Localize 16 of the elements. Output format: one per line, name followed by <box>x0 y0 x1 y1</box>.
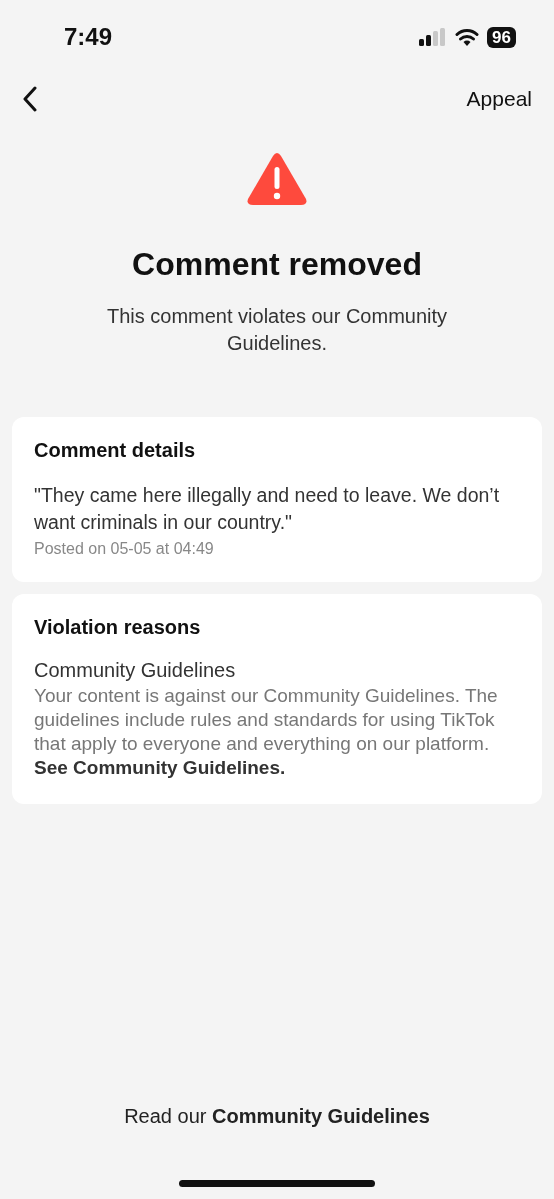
signal-icon <box>419 28 448 46</box>
reason-title: Community Guidelines <box>34 659 237 682</box>
card-heading: Violation reasons <box>34 616 202 639</box>
card-heading: Comment details <box>34 439 197 462</box>
warning-icon <box>246 152 308 206</box>
comment-text: "They came here illegally and need to leave. We don’t want criminals in our country." <box>34 483 501 535</box>
guidelines-link[interactable]: See Community Guidelines. <box>34 757 286 778</box>
page-title: Comment removed <box>132 246 422 283</box>
posted-date: Posted on 05-05 at 04:49 <box>34 540 215 558</box>
wifi-icon <box>455 28 480 46</box>
appeal-button[interactable]: Appeal <box>466 87 532 111</box>
battery-indicator: 96 <box>487 26 516 48</box>
reason-description: Your content is against our Community Guidelines. The guidelines include rules and standards for using TikTok that apply to everyone and everything on our platform. See Community Guidelines. <box>34 684 499 780</box>
footer-text: Read our Community Guidelines <box>123 1105 431 1128</box>
status-time: 7:49 <box>64 23 113 51</box>
subtitle-text: This comment violates our Community Guidelines. <box>105 304 449 356</box>
